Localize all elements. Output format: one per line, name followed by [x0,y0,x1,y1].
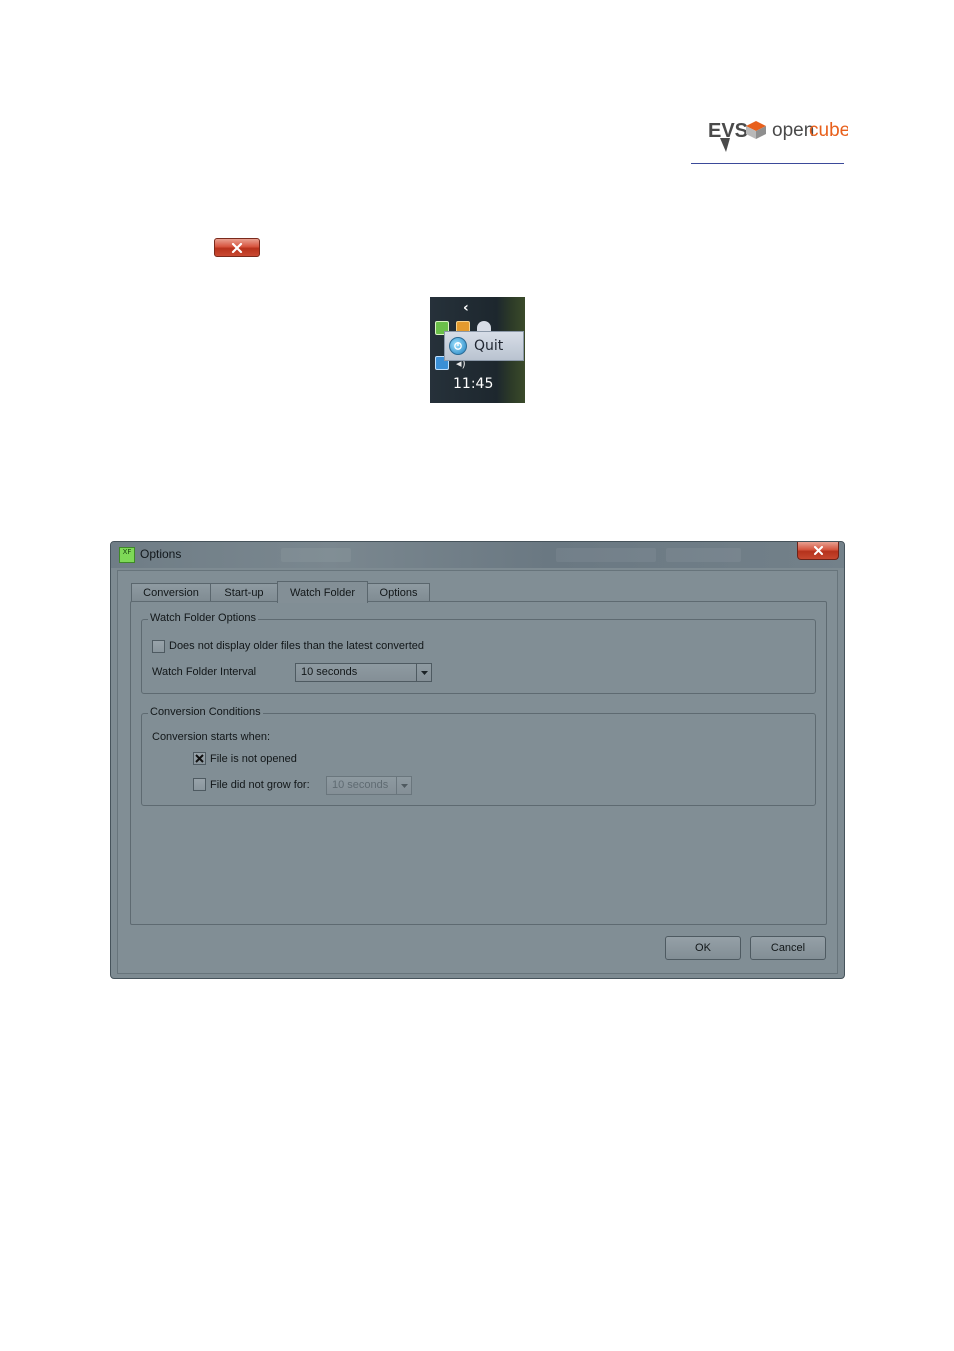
logo-brand-open: open [772,120,814,141]
file-not-grow-checkbox[interactable] [193,778,206,791]
logo-graphic: EVS open cube [708,120,850,152]
file-not-opened-label: File is not opened [210,753,297,765]
watch-folder-options-group: Watch Folder Options Does not display ol… [141,612,816,694]
tab-options[interactable]: Options [367,583,430,602]
watch-folder-tab-panel: Watch Folder Options Does not display ol… [130,601,827,925]
group-legend: Watch Folder Options [148,612,258,624]
cancel-button[interactable]: Cancel [750,936,826,960]
older-files-label: Does not display older files than the la… [169,640,424,652]
app-icon: XF [119,547,135,563]
grow-interval-select-value: 10 seconds [332,779,389,791]
close-icon [813,546,823,555]
header-rule [691,163,844,164]
tab-watch-folder[interactable]: Watch Folder [277,581,368,603]
conversion-conditions-group: Conversion Conditions Conversion starts … [141,706,816,806]
background-window-ghost [556,548,656,562]
chevron-down-icon [396,777,411,794]
file-not-grow-label: File did not grow for: [210,779,310,791]
background-window-ghost [666,548,741,562]
close-icon [231,242,243,253]
interval-select[interactable]: 10 seconds [295,663,432,682]
grow-interval-select: 10 seconds [326,776,412,795]
quit-icon [449,337,467,355]
chevron-down-icon[interactable] [416,664,431,681]
tab-conversion[interactable]: Conversion [131,583,211,602]
system-tray: ‹ ◂) Quit 11:45 [430,297,525,403]
evs-opencube-logo: EVS open cube [706,112,850,156]
tray-clock: 11:45 [453,376,494,392]
background-window-ghost [281,548,351,562]
close-button-illustration[interactable] [214,238,260,257]
file-not-opened-checkbox[interactable] [193,752,206,765]
dialog-title: Options [140,547,182,561]
group-legend: Conversion Conditions [148,706,263,718]
checkmark-x-icon [195,754,204,763]
interval-select-value: 10 seconds [301,666,358,678]
tray-context-menu: Quit [444,331,524,361]
chevron-left-icon[interactable]: ‹ [463,300,469,316]
dialog-close-button[interactable] [797,542,839,560]
menu-item-quit[interactable]: Quit [474,338,503,354]
starts-when-label: Conversion starts when: [152,731,270,743]
dialog-titlebar[interactable]: XF Options [111,542,844,568]
ok-button[interactable]: OK [665,936,741,960]
tab-start-up[interactable]: Start-up [210,583,278,602]
interval-label: Watch Folder Interval [152,666,257,678]
options-dialog: XF Options Conversion Start-up Watch Fol… [110,541,845,979]
older-files-checkbox[interactable] [152,640,165,653]
logo-brand-cube: cube [809,120,848,141]
